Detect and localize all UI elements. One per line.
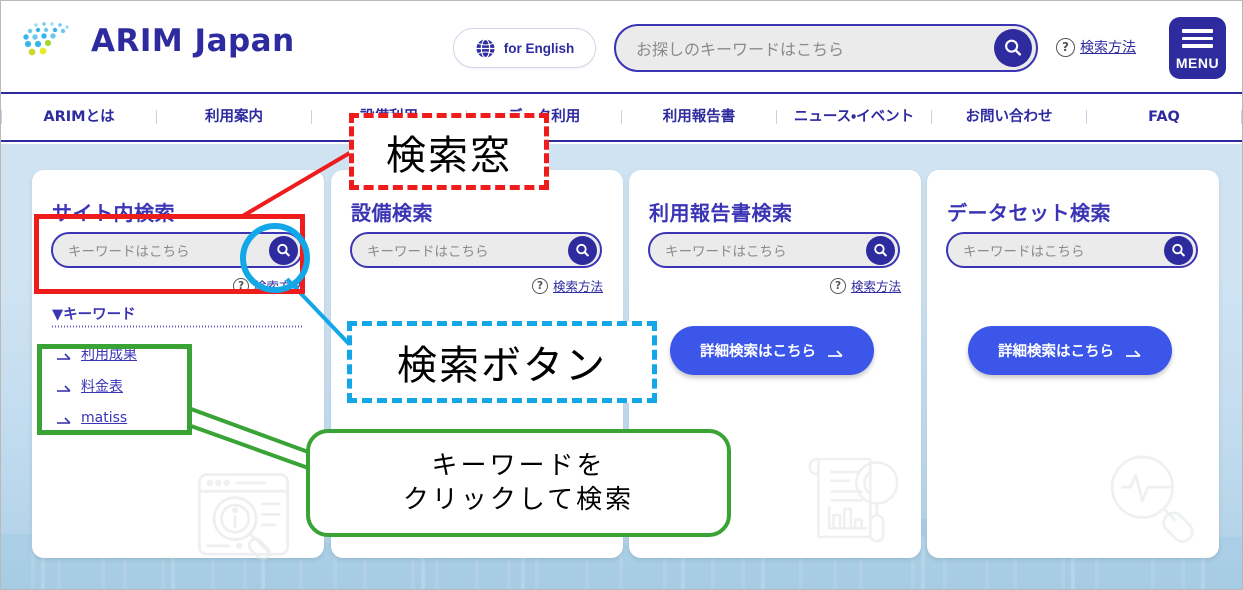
keyword-label[interactable]: 料金表 <box>81 376 123 396</box>
report-detail-search-button[interactable]: 詳細検索はこちら <box>670 326 874 375</box>
nav-item-report[interactable]: 利用報告書 <box>622 110 777 125</box>
question-circle-icon: ? <box>232 277 249 294</box>
list-item[interactable]: 料金表 <box>57 370 297 402</box>
main-navigation: ARIMとは 利用案内 設備利用 データ利用 利用報告書 ニュース・イベント お… <box>1 94 1242 142</box>
arrow-right-icon <box>57 349 72 360</box>
keyword-label[interactable]: 利用成果 <box>81 344 137 364</box>
search-cards-row: サイト内検索 キーワードはこちら ? 検索方法 ▼キーワード 利用成果 料金表 … <box>1 144 1242 589</box>
header-search-input[interactable]: お探しのキーワードはこちら <box>616 36 994 60</box>
site-search-button[interactable] <box>269 235 298 265</box>
search-icon <box>277 243 290 256</box>
dataset-search-box[interactable]: キーワードはこちら <box>946 232 1198 268</box>
site-search-box[interactable]: キーワードはこちら <box>51 232 303 268</box>
arrow-right-icon <box>828 346 844 357</box>
for-english-label: for English <box>503 40 575 56</box>
question-circle-icon: ? <box>531 277 548 294</box>
search-icon <box>1005 39 1022 56</box>
card-equipment-search: 設備検索 キーワードはこちら ? 検索方法 <box>331 170 623 558</box>
arrow-right-icon <box>57 413 72 424</box>
header-search-button[interactable] <box>994 29 1032 67</box>
dataset-search-button[interactable] <box>1164 235 1193 265</box>
keywords-divider <box>52 325 302 328</box>
header-help-label[interactable]: 検索方法 <box>1080 37 1136 57</box>
arrow-right-icon <box>57 381 72 392</box>
list-item[interactable]: 利用成果 <box>57 338 297 370</box>
hero-section: サイト内検索 キーワードはこちら ? 検索方法 ▼キーワード 利用成果 料金表 … <box>1 144 1242 589</box>
equipment-search-button[interactable] <box>568 235 597 265</box>
list-item[interactable]: matiss <box>57 402 297 434</box>
report-search-box[interactable]: キーワードはこちら <box>648 232 900 268</box>
report-search-button[interactable] <box>866 235 895 265</box>
nav-item-arim[interactable]: ARIMとは <box>1 110 157 125</box>
search-icon <box>874 243 887 256</box>
arrow-right-icon <box>1126 346 1142 357</box>
card-report-search: 利用報告書検索 キーワードはこちら ? 検索方法 詳細検索はこちら <box>629 170 921 558</box>
site-header: ARIM Japan for English お探しのキーワードはこちら ? 検… <box>1 1 1242 94</box>
arim-dot-globe-logo-icon <box>19 19 81 63</box>
equipment-search-input[interactable]: キーワードはこちら <box>352 240 568 260</box>
dataset-detail-search-button[interactable]: 詳細検索はこちら <box>968 326 1172 375</box>
menu-button[interactable]: MENU <box>1169 17 1226 79</box>
arim-japan-homepage: ARIM Japan for English お探しのキーワードはこちら ? 検… <box>0 0 1243 590</box>
question-circle-icon: ? <box>829 277 846 294</box>
help-label[interactable]: 検索方法 <box>553 276 603 295</box>
equipment-search-box[interactable]: キーワードはこちら <box>350 232 602 268</box>
header-help-link[interactable]: ? 検索方法 <box>1056 37 1136 57</box>
site-logo-text: ARIM Japan <box>91 23 295 59</box>
detail-search-label: 詳細検索はこちら <box>998 344 1114 360</box>
report-search-help-link[interactable]: ? 検索方法 <box>829 276 901 295</box>
question-circle-icon: ? <box>1056 37 1075 57</box>
browser-info-magnifier-icon <box>198 473 289 561</box>
card-title: データセット検索 <box>947 201 1111 225</box>
card-title: 設備検索 <box>351 201 433 225</box>
keyword-label[interactable]: matiss <box>81 410 127 426</box>
nav-item-faq[interactable]: FAQ <box>1087 110 1242 125</box>
help-label[interactable]: 検索方法 <box>254 276 304 295</box>
help-label[interactable]: 検索方法 <box>851 276 901 295</box>
report-search-input[interactable]: キーワードはこちら <box>650 240 866 260</box>
card-dataset-search: データセット検索 キーワードはこちら 詳細検索はこちら <box>927 170 1219 558</box>
search-icon <box>576 243 589 256</box>
card-title: サイト内検索 <box>52 201 175 225</box>
nav-item-guide[interactable]: 利用案内 <box>157 110 312 125</box>
site-logo[interactable]: ARIM Japan <box>19 19 295 63</box>
header-search-box[interactable]: お探しのキーワードはこちら <box>614 24 1038 72</box>
site-search-input[interactable]: キーワードはこちら <box>53 240 269 260</box>
hamburger-icon <box>1182 29 1213 48</box>
keywords-heading[interactable]: ▼キーワード <box>52 303 136 324</box>
keyword-list: 利用成果 料金表 matiss <box>57 338 297 434</box>
for-english-button[interactable]: for English <box>453 28 596 68</box>
globe-icon <box>475 38 496 59</box>
pulse-magnifier-icon <box>1110 455 1194 543</box>
nav-item-equipment[interactable]: 設備利用 <box>312 110 467 125</box>
menu-button-label: MENU <box>1175 54 1220 71</box>
nav-item-news[interactable]: ニュース・イベント <box>777 110 932 125</box>
detail-search-label: 詳細検索はこちら <box>700 344 816 360</box>
card-title: 利用報告書検索 <box>649 201 793 225</box>
report-magnifier-icon <box>808 457 899 543</box>
equipment-search-help-link[interactable]: ? 検索方法 <box>531 276 603 295</box>
nav-item-contact[interactable]: お問い合わせ <box>932 110 1087 125</box>
nav-item-data[interactable]: データ利用 <box>467 110 622 125</box>
dataset-search-input[interactable]: キーワードはこちら <box>948 240 1164 260</box>
search-icon <box>1172 243 1185 256</box>
site-search-help-link[interactable]: ? 検索方法 <box>232 276 304 295</box>
